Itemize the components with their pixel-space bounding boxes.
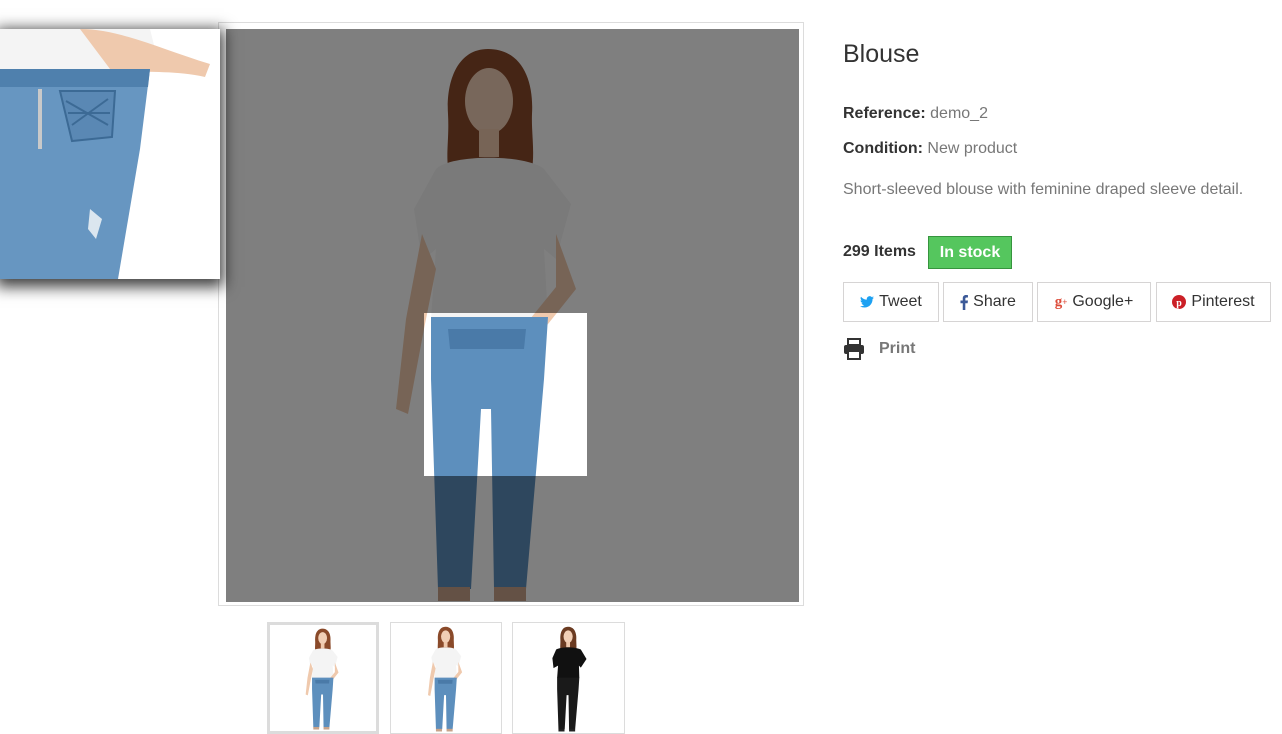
- facebook-icon: [960, 294, 969, 310]
- main-image-frame: [218, 22, 804, 606]
- reference-line: Reference: demo_2: [843, 105, 988, 123]
- quantity-value: 299: [843, 243, 870, 260]
- print-icon: [843, 338, 865, 360]
- thumbnail-2[interactable]: [390, 622, 502, 734]
- reference-label: Reference:: [843, 105, 926, 122]
- stock-status-badge: In stock: [928, 236, 1012, 269]
- product-title: Blouse: [843, 40, 920, 68]
- zoom-lens[interactable]: [424, 313, 587, 476]
- quantity-available: 299 Items: [843, 243, 916, 261]
- google-plus-label: Google+: [1072, 293, 1134, 310]
- facebook-share-label: Share: [973, 293, 1016, 310]
- condition-line: Condition: New product: [843, 140, 1017, 158]
- quantity-unit: Items: [874, 243, 916, 260]
- thumbnail-1[interactable]: [267, 622, 379, 734]
- zoom-preview-image: [0, 29, 220, 279]
- condition-value: New product: [927, 140, 1018, 157]
- pinterest-button[interactable]: p Pinterest: [1156, 282, 1271, 322]
- facebook-share-button[interactable]: Share: [943, 282, 1033, 322]
- zoom-preview-window: [0, 29, 220, 279]
- svg-text:p: p: [1177, 298, 1183, 309]
- tweet-label: Tweet: [879, 293, 922, 310]
- twitter-icon: [860, 296, 875, 308]
- main-product-image[interactable]: [226, 29, 799, 602]
- pinterest-label: Pinterest: [1191, 293, 1255, 310]
- google-plus-button[interactable]: g + Google+: [1037, 282, 1151, 322]
- pinterest-icon: p: [1172, 295, 1187, 309]
- reference-value: demo_2: [930, 105, 988, 122]
- thumbnail-3[interactable]: [512, 622, 625, 734]
- thumbnail-image: [274, 625, 376, 731]
- thumbnail-image: [518, 623, 624, 733]
- tweet-button[interactable]: Tweet: [843, 282, 939, 322]
- google-plus-icon: g +: [1054, 293, 1068, 310]
- condition-label: Condition:: [843, 140, 923, 157]
- lens-photo: [424, 313, 587, 476]
- print-label: Print: [879, 340, 916, 357]
- print-link[interactable]: Print: [843, 338, 915, 360]
- product-description: Short-sleeved blouse with feminine drape…: [843, 181, 1244, 198]
- thumbnail-image: [395, 623, 501, 733]
